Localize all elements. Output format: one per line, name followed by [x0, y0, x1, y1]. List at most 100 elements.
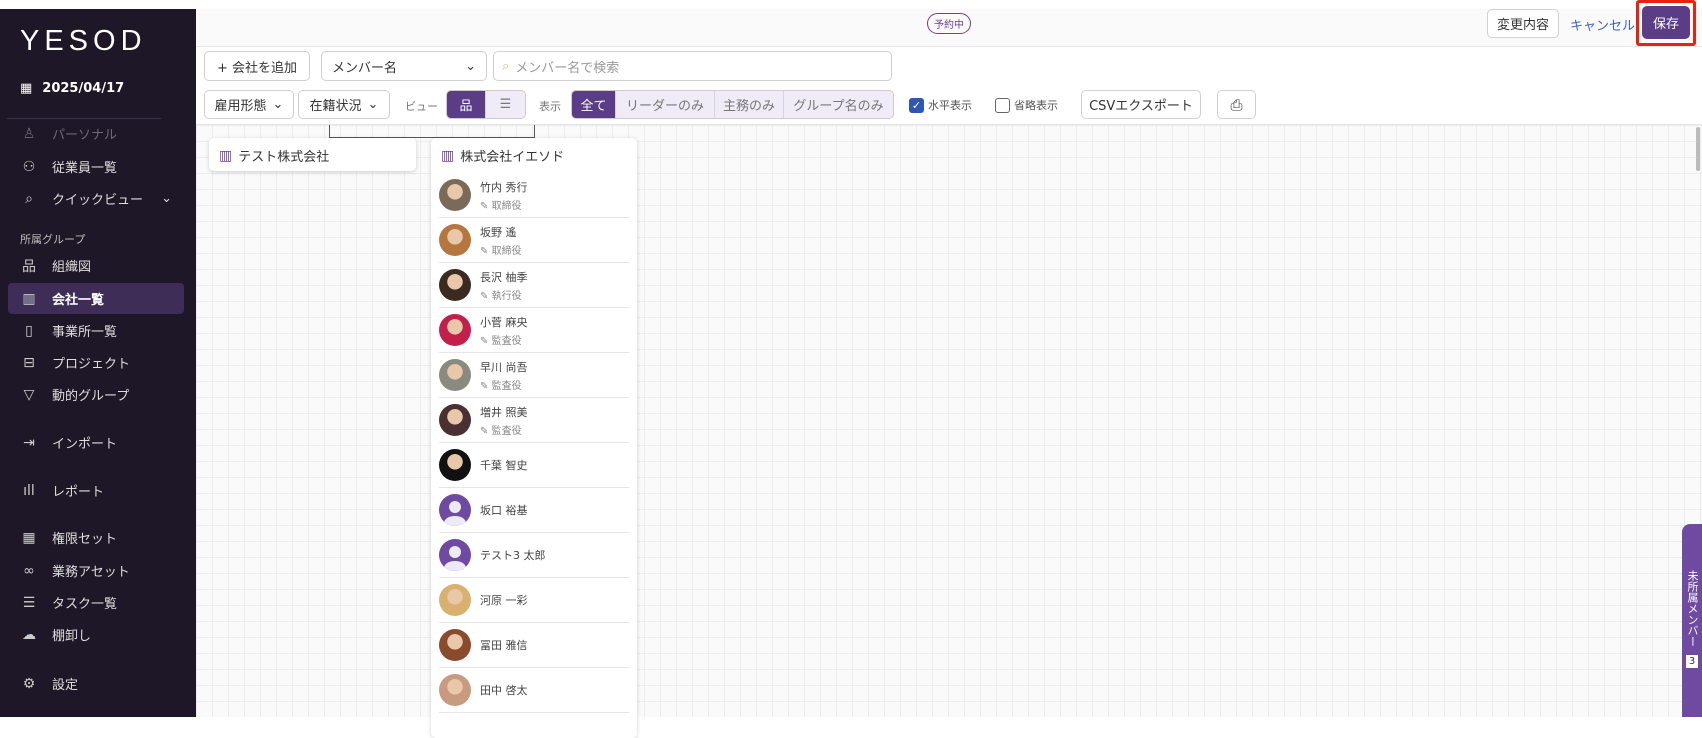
changes-button[interactable]: 変更内容: [1487, 9, 1559, 38]
sidebar-item[interactable]: ▥ 会社一覧: [8, 283, 184, 314]
tree-view-button[interactable]: 品: [447, 91, 486, 118]
member-row[interactable]: 長沢 柚季 ✎ 執行役: [439, 263, 629, 308]
chevron-down-icon: ⌄: [367, 97, 379, 112]
checklist-icon: ☰: [22, 594, 36, 611]
edit-icon: ✎: [480, 200, 489, 212]
status-badge: 予約中: [927, 13, 971, 34]
horizontal-checkbox[interactable]: ✓ 水平表示: [909, 97, 972, 113]
org-canvas[interactable]: ▥ テスト株式会社 ▥ 株式会社イエソド 竹内 秀行 ✎ 取締役 坂野 遙 ✎ 取締役 長沢…: [196, 125, 1702, 738]
avatar: [439, 674, 471, 706]
sidebar-item[interactable]: ⚙ 設定: [8, 668, 184, 699]
checkbox-icon: [995, 97, 1010, 113]
import-icon: ⇥: [23, 434, 35, 451]
building-icon: ▥: [219, 147, 233, 164]
member-row[interactable]: 小菅 麻央 ✎ 監査役: [439, 308, 629, 353]
display-filter: 全て リーダーのみ 主務のみ グループ名のみ: [571, 90, 894, 119]
search-icon: ⌕: [25, 190, 33, 207]
member-row[interactable]: 田中 啓太: [439, 668, 629, 713]
member-row[interactable]: 増井 照美 ✎ 監査役: [439, 398, 629, 443]
chevron-down-icon: ⌄: [161, 191, 172, 206]
member-row[interactable]: 竹内 秀行 ✎ 取締役: [439, 173, 629, 218]
sidebar-item[interactable]: ⚇ 従業員一覧: [8, 151, 184, 182]
avatar: [439, 584, 471, 616]
sidebar-item[interactable]: ⇥ インポート: [8, 427, 184, 458]
avatar: [439, 629, 471, 661]
compact-checkbox[interactable]: 省略表示: [995, 97, 1058, 113]
company-name: 株式会社イエソド: [460, 150, 565, 165]
grid-icon: ▦: [22, 529, 36, 546]
field-select[interactable]: メンバー名 ⌄: [321, 51, 487, 81]
edit-icon: ✎: [480, 290, 489, 302]
sidebar-item[interactable]: ♙ パーソナル: [8, 118, 184, 149]
add-company-button[interactable]: + 会社を追加: [204, 51, 310, 81]
member-row[interactable]: 坂野 遙 ✎ 取締役: [439, 218, 629, 263]
search-input[interactable]: ⌕ メンバー名で検索: [493, 51, 892, 81]
avatar: [439, 269, 471, 301]
checkbox-checked-icon: ✓: [909, 97, 924, 113]
logo: YESOD: [20, 25, 147, 57]
current-date[interactable]: ▦ 2025/04/17: [20, 81, 124, 96]
chevron-down-icon: ⌄: [272, 97, 284, 112]
avatar: [439, 314, 471, 346]
person-icon: ♙: [22, 125, 36, 142]
sidebar-item[interactable]: ∞ 業務アセット: [8, 555, 184, 586]
sidebar-item[interactable]: ▦ 権限セット: [8, 522, 184, 553]
sidebar-item[interactable]: ▽ 動的グループ: [8, 379, 184, 410]
status-filter[interactable]: 在籍状況 ⌄: [298, 90, 390, 119]
header: 予約中 変更内容 キャンセル 保存: [196, 0, 1702, 47]
edit-icon: ✎: [480, 245, 489, 257]
list-icon: ☰: [499, 97, 512, 112]
company-card[interactable]: ▥ 株式会社イエソド 竹内 秀行 ✎ 取締役 坂野 遙 ✎ 取締役 長沢 柚季 ✎ 執行役小…: [431, 138, 637, 738]
toolbar: + 会社を追加 メンバー名 ⌄ ⌕ メンバー名で検索 雇用形態 ⌄ 在籍状況 ⌄ ビュー…: [196, 47, 1702, 125]
member-row[interactable]: 河原 一彩: [439, 578, 629, 623]
bar-chart-icon: ıll: [23, 482, 35, 499]
display-option-all[interactable]: 全て: [572, 91, 616, 118]
avatar: [439, 179, 471, 211]
member-row[interactable]: テスト3 太郎: [439, 533, 629, 578]
list-view-button[interactable]: ☰: [486, 91, 525, 118]
unassigned-members-tab[interactable]: 未所属メンバー 3: [1682, 524, 1702, 717]
member-row[interactable]: 千葉 智史: [439, 443, 629, 488]
org-chart-icon: 品: [22, 258, 36, 275]
save-button[interactable]: 保存: [1642, 6, 1690, 39]
edit-icon: ✎: [480, 335, 489, 347]
chevron-down-icon: ⌄: [465, 58, 476, 74]
edit-icon: ✎: [480, 425, 489, 437]
unassigned-count: 3: [1685, 655, 1699, 668]
employment-filter[interactable]: 雇用形態 ⌄: [204, 90, 294, 119]
csv-export-button[interactable]: CSVエクスポート: [1081, 90, 1201, 119]
building-icon: ▥: [22, 290, 36, 307]
display-option-primary[interactable]: 主務のみ: [715, 91, 784, 118]
sidebar-item[interactable]: 品組織図: [8, 250, 184, 281]
sidebar-item[interactable]: ▯ 事業所一覧: [8, 315, 184, 346]
edit-icon: ✎: [480, 380, 489, 392]
company-name: テスト株式会社: [238, 150, 330, 165]
view-toggle: 品 ☰: [446, 90, 526, 119]
company-card[interactable]: ▥ テスト株式会社: [209, 138, 416, 171]
view-label: ビュー: [405, 100, 438, 113]
sidebar: YESOD ▦ 2025/04/17 ♙ パーソナル ⚇ 従業員一覧 ⌕ クイックビュー ⌄ 品…: [0, 9, 196, 717]
briefcase-icon: ⊟: [23, 354, 35, 371]
sidebar-item[interactable]: ⌕ クイックビュー ⌄: [8, 183, 184, 214]
avatar: [439, 494, 471, 526]
link-icon: ∞: [23, 562, 35, 579]
display-label: 表示: [539, 100, 561, 113]
print-button[interactable]: ⎙: [1217, 90, 1256, 119]
display-option-leaders[interactable]: リーダーのみ: [616, 91, 715, 118]
sidebar-item[interactable]: ☁ 棚卸し: [8, 619, 184, 650]
filter-icon: ▽: [23, 386, 35, 403]
org-chart-icon: 品: [459, 99, 473, 114]
member-row[interactable]: 早川 尚吾 ✎ 監査役: [439, 353, 629, 398]
avatar: [439, 359, 471, 391]
member-row[interactable]: 坂口 裕基: [439, 488, 629, 533]
member-row[interactable]: 冨田 雅信: [439, 623, 629, 668]
scrollbar[interactable]: [1696, 127, 1700, 171]
avatar: [439, 224, 471, 256]
display-option-group-names[interactable]: グループ名のみ: [784, 91, 893, 118]
section-label: 所属グループ: [20, 233, 86, 246]
sidebar-item[interactable]: ☰ タスク一覧: [8, 587, 184, 618]
sidebar-item[interactable]: ⊟ プロジェクト: [8, 347, 184, 378]
main: 予約中 変更内容 キャンセル 保存 + 会社を追加 メンバー名 ⌄ ⌕ メンバー名で…: [196, 0, 1702, 738]
cancel-link[interactable]: キャンセル: [1570, 15, 1635, 34]
sidebar-item[interactable]: ıll レポート: [8, 475, 184, 506]
